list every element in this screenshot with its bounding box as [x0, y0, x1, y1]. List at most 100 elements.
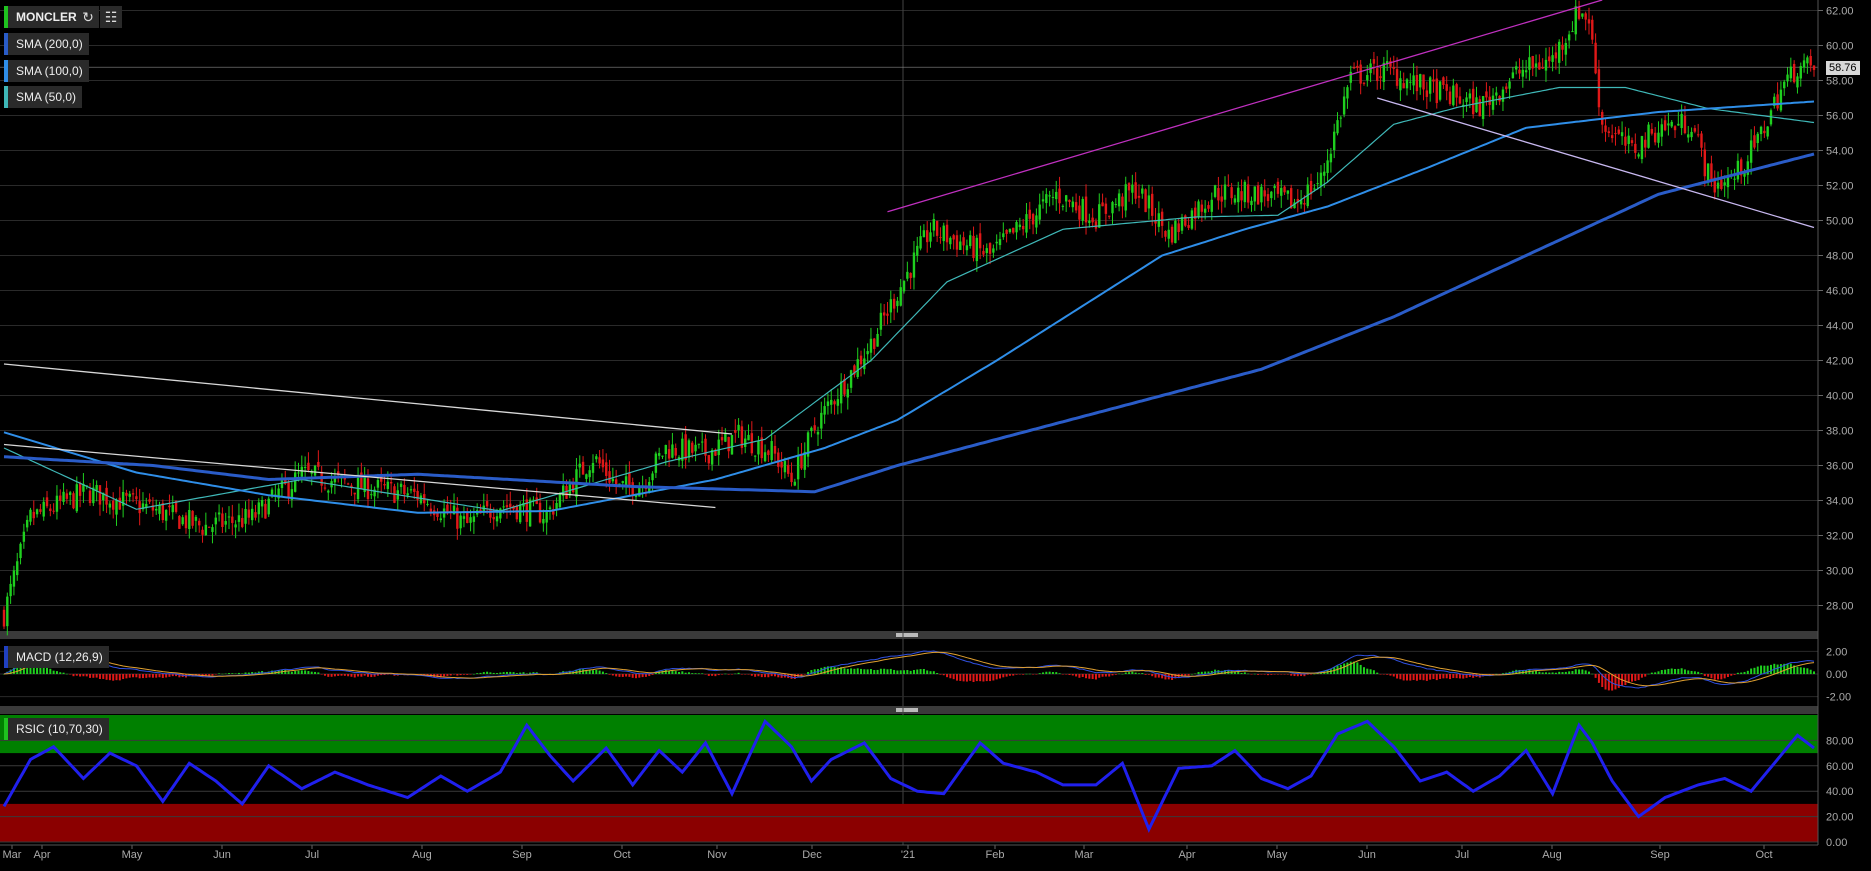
candle [1098, 193, 1101, 228]
symbol-label[interactable]: MONCLER [4, 6, 83, 28]
candle-body [1243, 181, 1247, 203]
candle-body [1581, 13, 1584, 17]
legend-macd[interactable]: MACD (12,26,9) [4, 646, 109, 668]
macd-histogram-bar [711, 674, 714, 676]
candle [1124, 176, 1127, 218]
candle [1012, 227, 1015, 235]
candle-body [1432, 79, 1435, 82]
candle [806, 430, 810, 468]
candle-body [734, 430, 737, 433]
macd-histogram-bar [899, 670, 902, 674]
refresh-icon[interactable]: ↻ [77, 6, 99, 28]
candle-body [386, 481, 390, 489]
candle [1078, 195, 1081, 229]
candle [161, 499, 165, 523]
candle [92, 479, 95, 507]
macd-histogram-bar [214, 674, 217, 675]
candle-body [969, 235, 972, 247]
candle-body [39, 509, 42, 512]
candle-body [1121, 196, 1124, 207]
candle [1438, 80, 1442, 102]
price-chart[interactable]: 28.00 30.00 32.00 34.00 36.00 38.00 40.00 42.00… [0, 0, 1871, 871]
candle [1617, 126, 1620, 135]
macd-histogram-bar [1362, 667, 1365, 674]
macd-histogram-bar [1409, 674, 1412, 681]
macd-histogram-bar [1571, 671, 1574, 674]
candle [171, 495, 174, 520]
candle [1766, 126, 1769, 140]
legend-sma200[interactable]: SMA (200,0) [4, 33, 89, 55]
macd-histogram-bar [1495, 673, 1498, 675]
macd-histogram-bar [79, 674, 82, 677]
macd-histogram-bar [942, 674, 945, 676]
month-label: May [1267, 849, 1288, 861]
candle [1657, 121, 1660, 148]
candle-body [254, 512, 257, 518]
candle [1246, 176, 1250, 209]
macd-histogram-bar [337, 674, 340, 676]
macd-histogram-bar [62, 672, 65, 674]
macd-histogram-bar [1343, 663, 1346, 674]
candle-body [591, 463, 595, 473]
calendar-icon[interactable]: ☷ [100, 6, 122, 28]
candle [1233, 194, 1237, 205]
macd-histogram-bar [1574, 669, 1577, 674]
macd-histogram-bar [168, 674, 171, 677]
candle [1551, 46, 1554, 72]
macd-histogram-bar [1260, 674, 1263, 675]
candle-body [919, 236, 922, 249]
macd-histogram-bar [1045, 671, 1048, 674]
macd-histogram-bar [1296, 674, 1299, 677]
macd-histogram-bar [1124, 672, 1127, 674]
macd-histogram-bar [1750, 668, 1753, 674]
macd-histogram-bar [1554, 672, 1557, 674]
candle-body [965, 245, 969, 251]
macd-histogram-bar [502, 672, 505, 674]
macd-histogram-bar [340, 674, 343, 676]
candle [1561, 36, 1564, 61]
macd-histogram-bar [674, 671, 677, 674]
candle [542, 509, 545, 532]
candle [995, 234, 998, 251]
legend-sma50[interactable]: SMA (50,0) [4, 86, 83, 108]
candle-body [1766, 126, 1769, 137]
candle-body [1051, 196, 1055, 198]
month-label: Oct [1755, 849, 1772, 861]
candle-body [323, 487, 327, 489]
candle [866, 343, 869, 363]
candle-body [581, 461, 585, 475]
candle [264, 499, 267, 519]
macd-histogram-bar [1386, 674, 1389, 675]
price-tick-label: 44.00 [1826, 321, 1854, 333]
candle [1716, 171, 1720, 198]
candle-body [902, 280, 906, 292]
candle [125, 489, 128, 505]
candle-body [78, 483, 82, 496]
candle [684, 425, 687, 469]
candle [78, 481, 82, 508]
candle-body [1637, 154, 1640, 157]
candle [1435, 69, 1438, 109]
macd-histogram-bar [1147, 674, 1150, 675]
candle [1564, 38, 1568, 66]
macd-histogram-bar [1740, 672, 1743, 674]
month-label: Dec [802, 849, 822, 861]
month-label: Aug [412, 849, 432, 861]
macd-histogram-bar [1118, 673, 1121, 675]
legend-rsi[interactable]: RSIC (10,70,30) [4, 718, 109, 740]
candle [1627, 128, 1630, 154]
candle [687, 438, 691, 463]
candle [350, 483, 353, 496]
candle-body [694, 444, 697, 452]
candle-body [916, 245, 919, 256]
candle-body [1478, 99, 1481, 117]
macd-histogram-bar [112, 674, 115, 681]
candle-body [317, 461, 320, 467]
candle [45, 491, 49, 509]
macd-histogram-bar [125, 674, 128, 679]
macd-histogram-bar [1273, 674, 1276, 675]
legend-sma100[interactable]: SMA (100,0) [4, 60, 89, 82]
candle [667, 440, 671, 467]
candle [601, 449, 605, 473]
macd-histogram-bar [1445, 674, 1448, 679]
